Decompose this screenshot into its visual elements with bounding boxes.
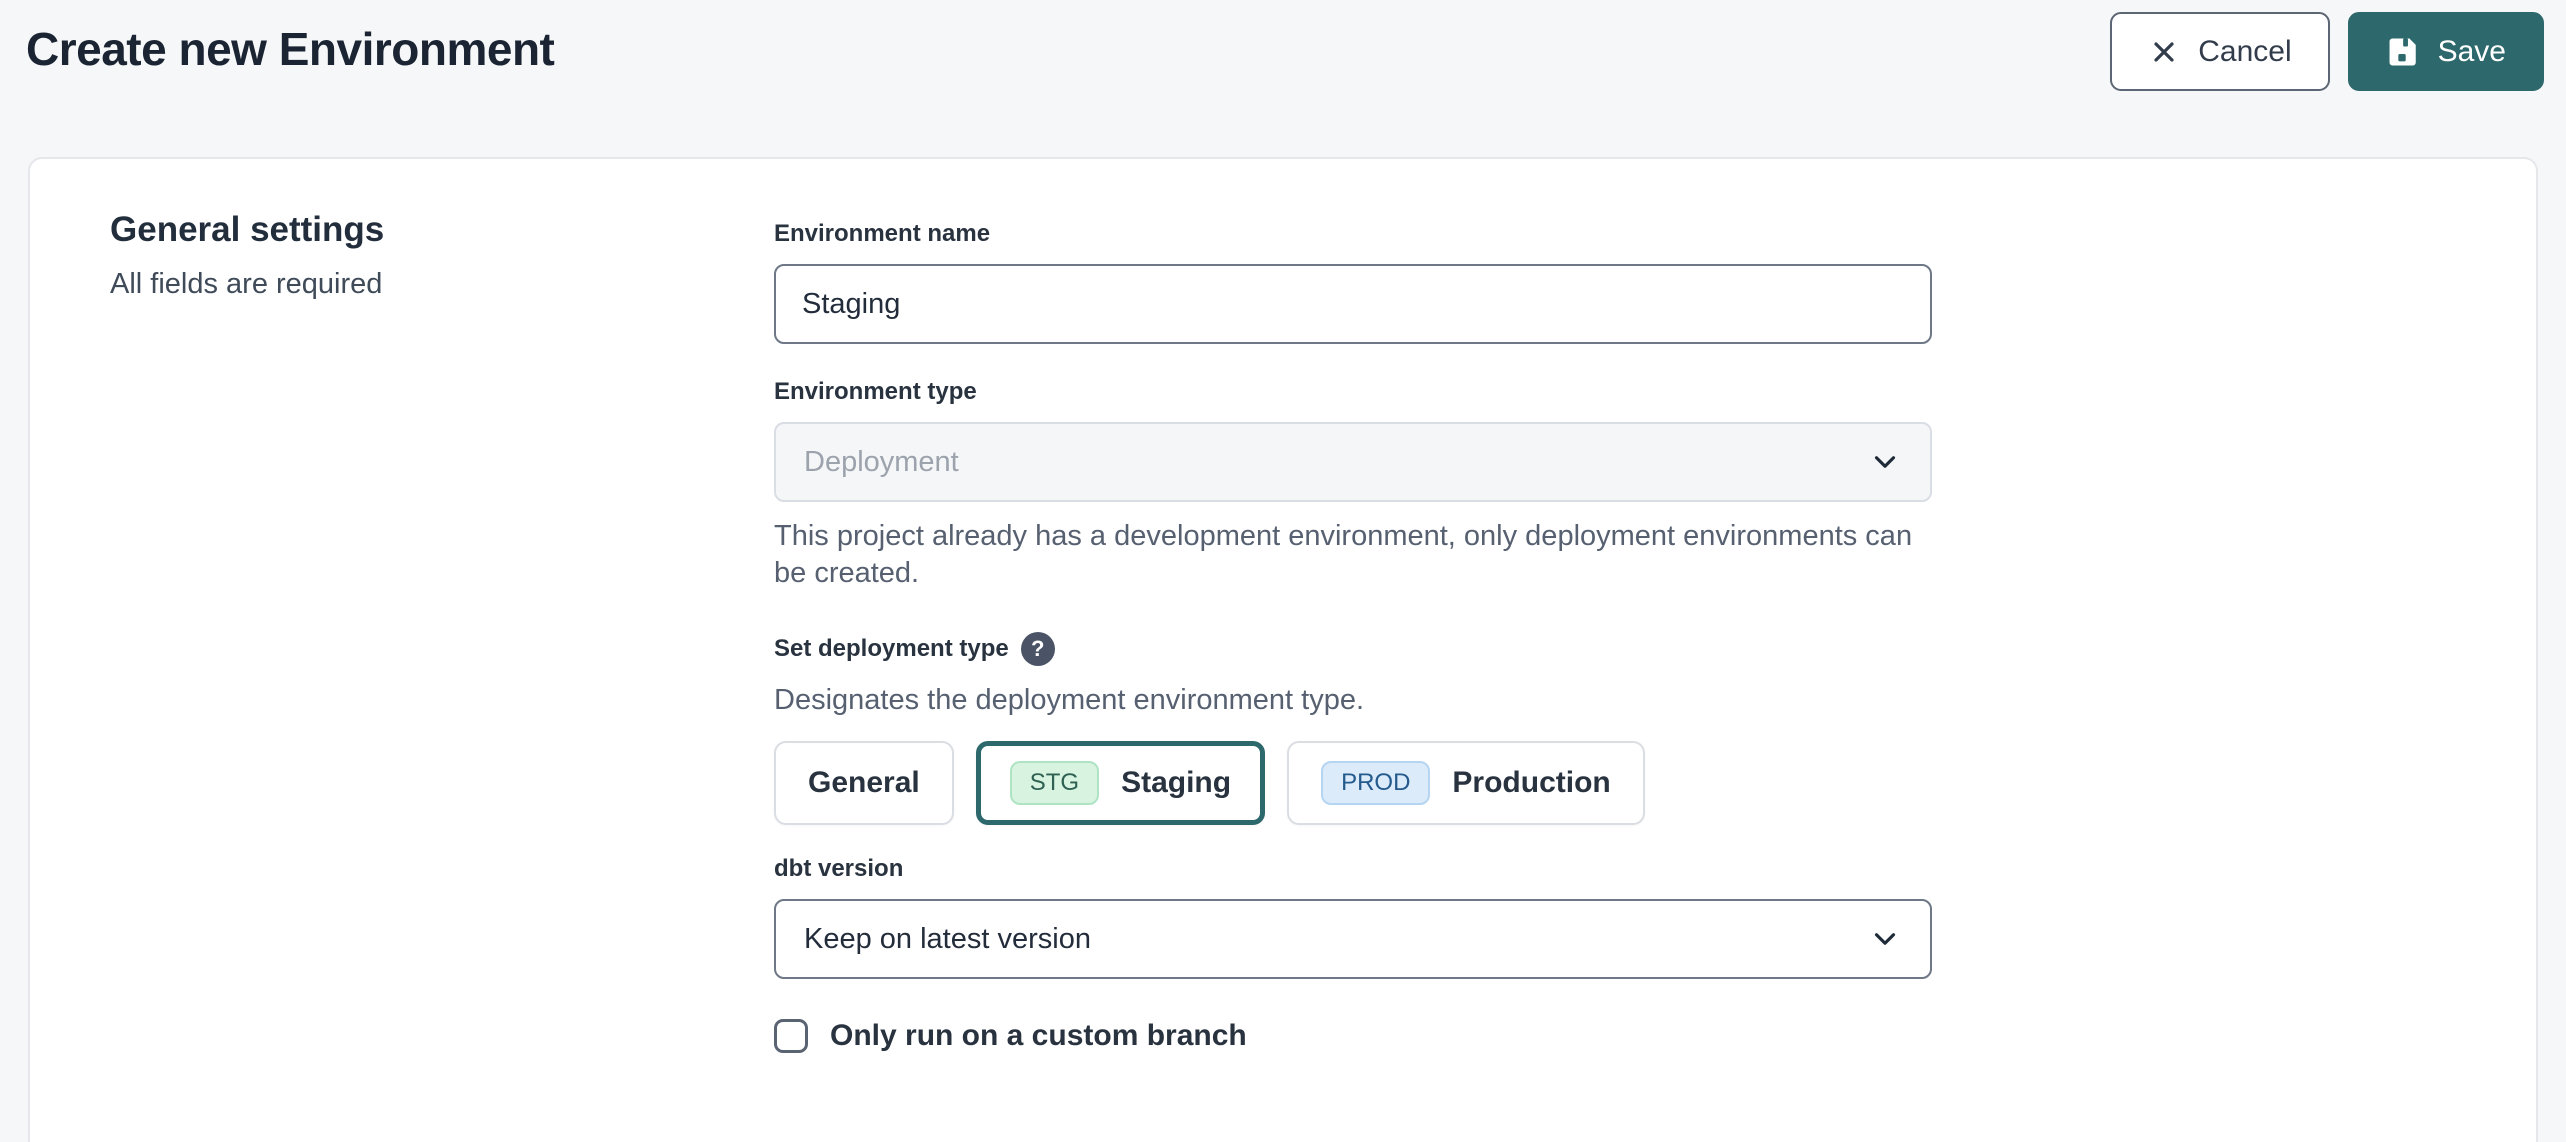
prod-badge: PROD <box>1321 761 1430 805</box>
chevron-down-icon <box>1868 445 1902 479</box>
deployment-type-label-text: Set deployment type <box>774 635 1009 663</box>
cancel-button-label: Cancel <box>2198 35 2291 69</box>
deployment-type-label: Set deployment type ? <box>774 632 1932 666</box>
section-title: General settings <box>110 211 774 250</box>
section-subtitle: All fields are required <box>110 268 774 301</box>
environment-type-value: Deployment <box>804 446 959 479</box>
custom-branch-row: Only run on a custom branch <box>774 1019 1932 1053</box>
deployment-type-field: Set deployment type ? Designates the dep… <box>774 632 1932 825</box>
environment-name-field: Environment name <box>774 220 1932 344</box>
deployment-type-options: General STG Staging PROD Production <box>774 741 1932 825</box>
x-icon <box>2148 36 2180 68</box>
deployment-type-option-staging[interactable]: STG Staging <box>976 741 1265 825</box>
floppy-disk-icon <box>2386 35 2420 69</box>
dbt-version-label: dbt version <box>774 855 1932 883</box>
save-button[interactable]: Save <box>2348 12 2544 91</box>
deployment-type-option-production-label: Production <box>1452 766 1610 800</box>
deployment-type-option-staging-label: Staging <box>1121 766 1231 800</box>
deployment-type-option-general[interactable]: General <box>774 741 954 825</box>
page-title: Create new Environment <box>26 22 554 76</box>
section-intro: General settings All fields are required <box>110 211 774 1053</box>
environment-type-select[interactable]: Deployment <box>774 422 1932 502</box>
environment-name-input[interactable] <box>774 264 1932 344</box>
custom-branch-checkbox[interactable] <box>774 1019 808 1053</box>
page-header: Create new Environment Cancel Save <box>0 0 2566 157</box>
chevron-down-icon <box>1868 922 1902 956</box>
stg-badge: STG <box>1010 761 1099 805</box>
environment-type-label: Environment type <box>774 378 1932 406</box>
save-button-label: Save <box>2438 35 2506 69</box>
dbt-version-value: Keep on latest version <box>804 923 1091 956</box>
cancel-button[interactable]: Cancel <box>2110 12 2329 91</box>
deployment-type-description: Designates the deployment environment ty… <box>774 684 1932 717</box>
general-settings-form: Environment name Environment type Deploy… <box>774 211 1932 1053</box>
header-actions: Cancel Save <box>2110 12 2544 91</box>
environment-type-help-text: This project already has a development e… <box>774 518 1932 592</box>
custom-branch-label[interactable]: Only run on a custom branch <box>830 1019 1247 1053</box>
settings-card: General settings All fields are required… <box>28 157 2538 1142</box>
dbt-version-select[interactable]: Keep on latest version <box>774 899 1932 979</box>
environment-name-label: Environment name <box>774 220 1932 248</box>
environment-type-field: Environment type Deployment This project… <box>774 378 1932 592</box>
dbt-version-field: dbt version Keep on latest version <box>774 855 1932 979</box>
deployment-type-option-production[interactable]: PROD Production <box>1287 741 1645 825</box>
question-mark-circle-icon[interactable]: ? <box>1021 632 1055 666</box>
deployment-type-option-general-label: General <box>808 766 920 800</box>
